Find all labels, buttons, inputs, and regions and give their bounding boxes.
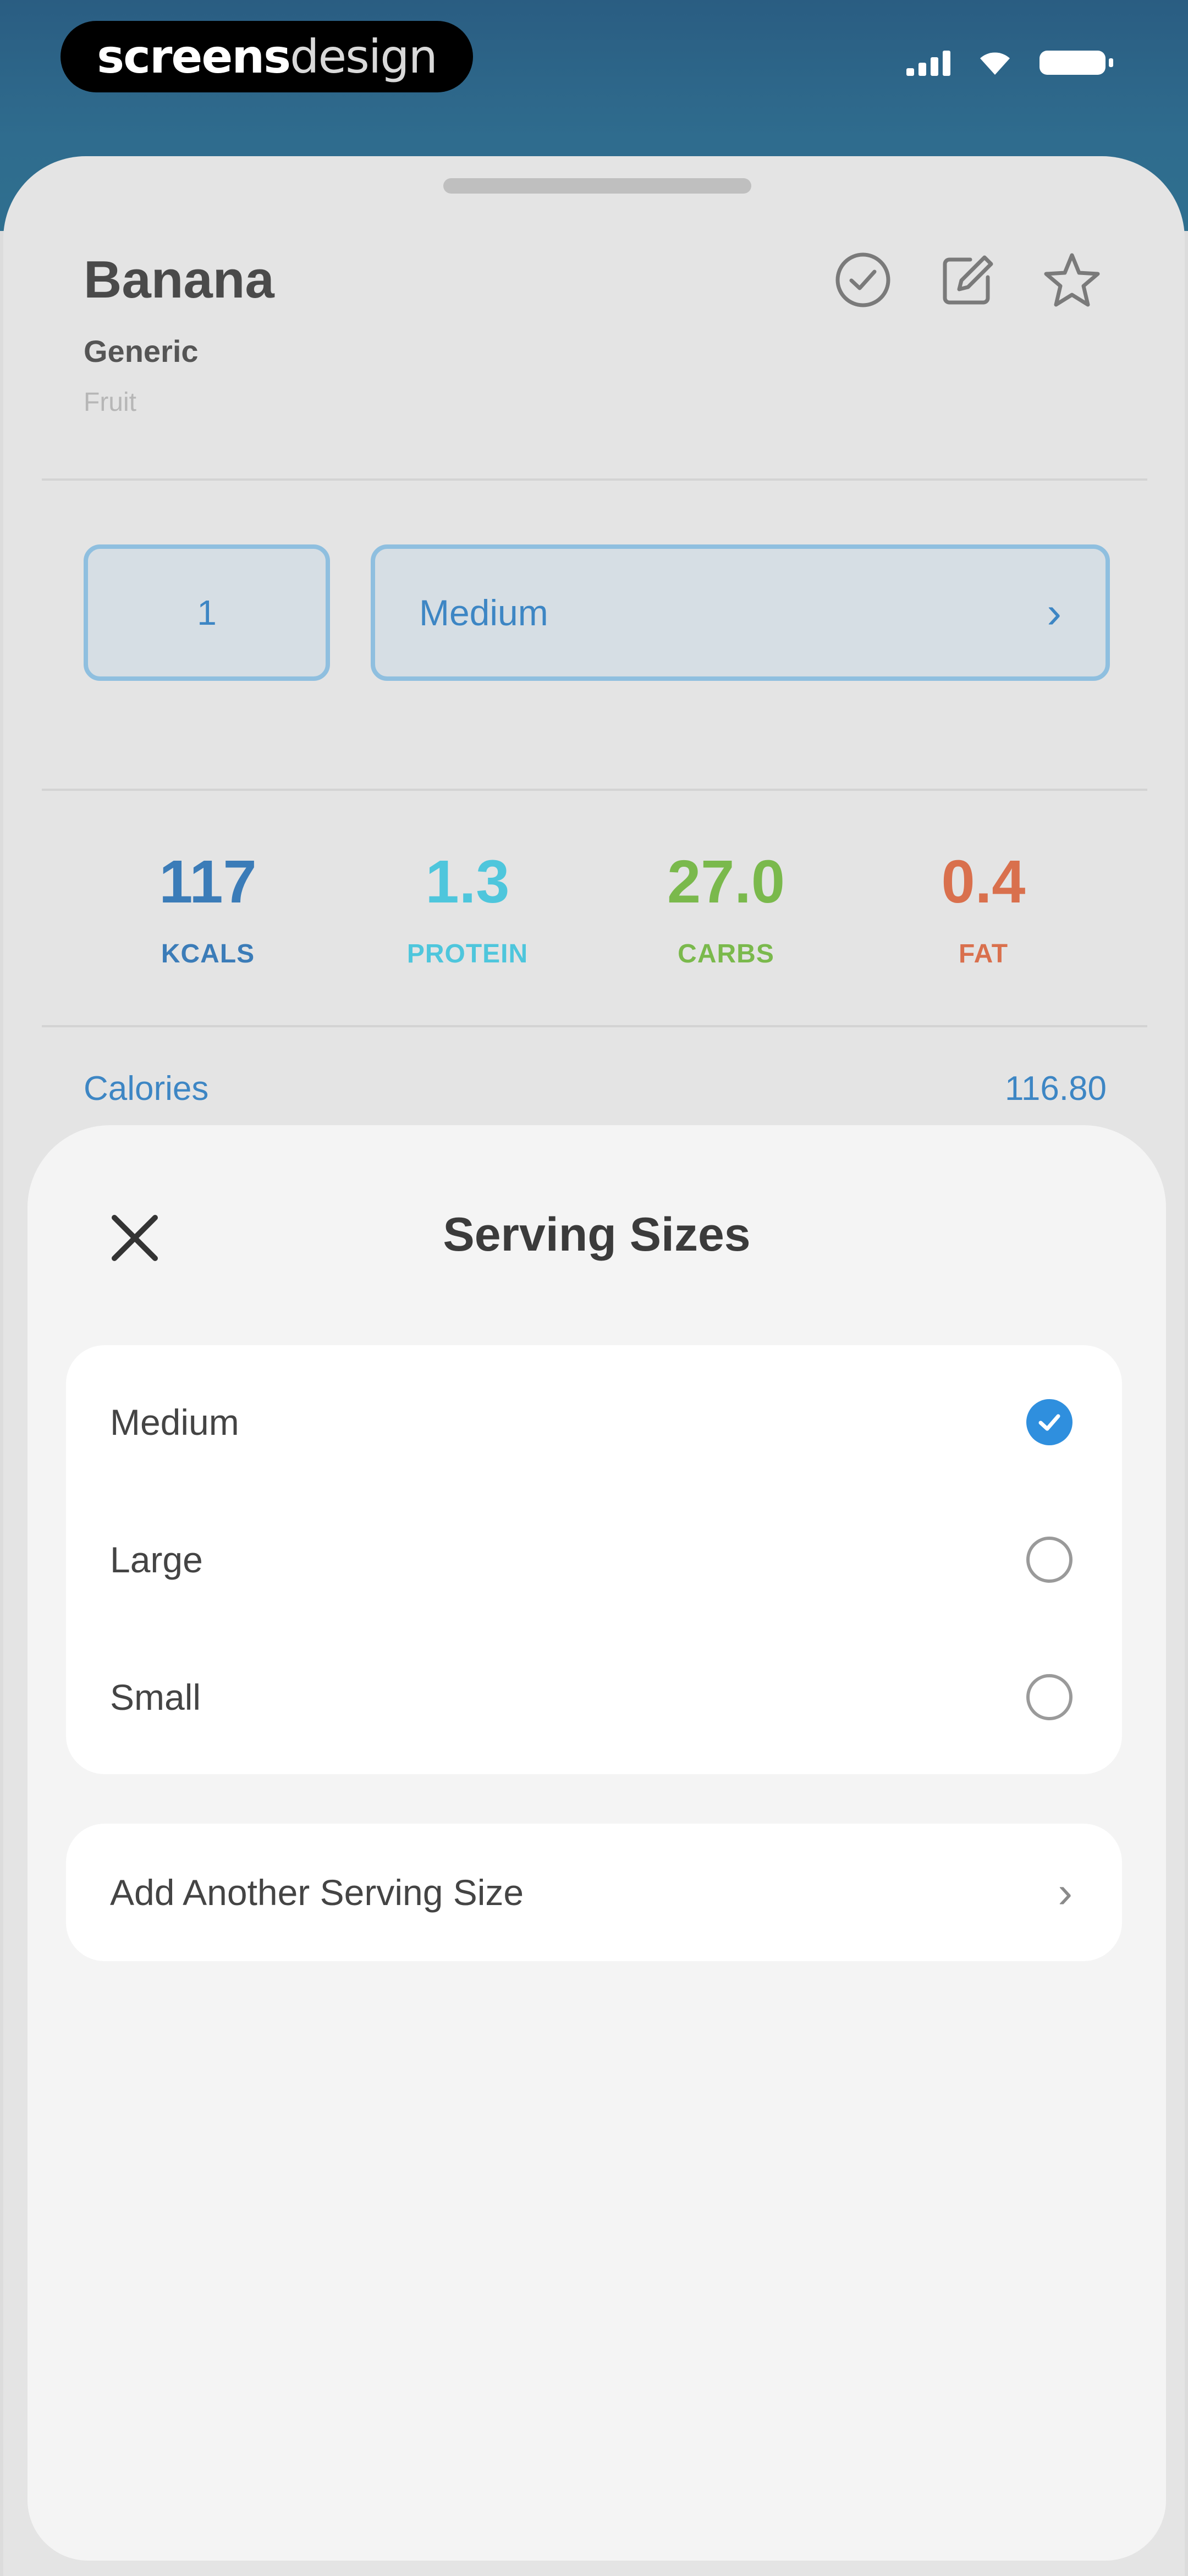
macro-carbs: 27.0 CARBS: [610, 847, 842, 969]
calories-label: Calories: [84, 1070, 209, 1108]
macro-label: PROTEIN: [406, 939, 529, 968]
option-label: Small: [110, 1677, 201, 1718]
food-brand: Generic: [84, 334, 199, 368]
star-icon[interactable]: [1042, 250, 1102, 310]
macro-value: 117: [159, 848, 257, 916]
check-circle-icon[interactable]: [833, 250, 893, 310]
divider: [42, 478, 1147, 481]
serving-size-value: Medium: [419, 592, 548, 633]
macro-label: FAT: [958, 939, 1009, 968]
macro-label: CARBS: [678, 939, 774, 968]
radio-unchecked-icon[interactable]: [1026, 1674, 1072, 1720]
option-label: Large: [110, 1539, 203, 1580]
macro-protein: 1.3 PROTEIN: [352, 847, 583, 969]
chevron-right-icon: ›: [1058, 1868, 1072, 1917]
macro-value: 27.0: [667, 848, 785, 916]
divider: [42, 789, 1147, 791]
radio-unchecked-icon[interactable]: [1026, 1537, 1072, 1583]
serving-option-medium[interactable]: Medium: [66, 1353, 1122, 1491]
food-actions: [833, 250, 1102, 310]
chevron-right-icon: ›: [1047, 588, 1062, 637]
wifi-icon: [980, 52, 1010, 75]
divider: [42, 1025, 1147, 1027]
drag-handle[interactable]: [443, 178, 751, 194]
macro-fat: 0.4 FAT: [868, 847, 1099, 969]
add-serving-size-label: Add Another Serving Size: [110, 1872, 524, 1913]
status-icons: [906, 49, 1113, 76]
macro-value: 1.3: [425, 848, 510, 916]
screensdesign-logo: screens design: [61, 21, 473, 92]
option-label: Medium: [110, 1402, 239, 1443]
macro-value: 0.4: [941, 848, 1026, 916]
food-name: Banana: [84, 250, 274, 309]
macro-label: KCALS: [161, 939, 255, 968]
serving-quantity-value: 1: [197, 593, 217, 632]
macro-kcals: 117 KCALS: [92, 847, 323, 969]
serving-size-selector[interactable]: Medium ›: [371, 544, 1110, 681]
calories-row: Calories 116.80: [84, 1069, 1107, 1108]
signal-icon: [906, 49, 950, 76]
calories-value: 116.80: [1004, 1070, 1107, 1108]
serving-size-list: Medium Large Small: [66, 1345, 1122, 1774]
serving-option-large[interactable]: Large: [66, 1491, 1122, 1628]
battery-icon: [1040, 51, 1113, 75]
radio-checked-icon[interactable]: [1026, 1399, 1072, 1445]
sheet-title: Serving Sizes: [443, 1208, 751, 1261]
serving-option-small[interactable]: Small: [66, 1628, 1122, 1766]
serving-quantity-field[interactable]: 1: [84, 544, 330, 681]
serving-sizes-sheet: Serving Sizes Medium Large Small Add Ano…: [28, 1125, 1166, 2561]
add-serving-size-button[interactable]: Add Another Serving Size ›: [66, 1824, 1122, 1961]
food-category: Fruit: [84, 388, 136, 417]
edit-icon[interactable]: [937, 250, 998, 310]
